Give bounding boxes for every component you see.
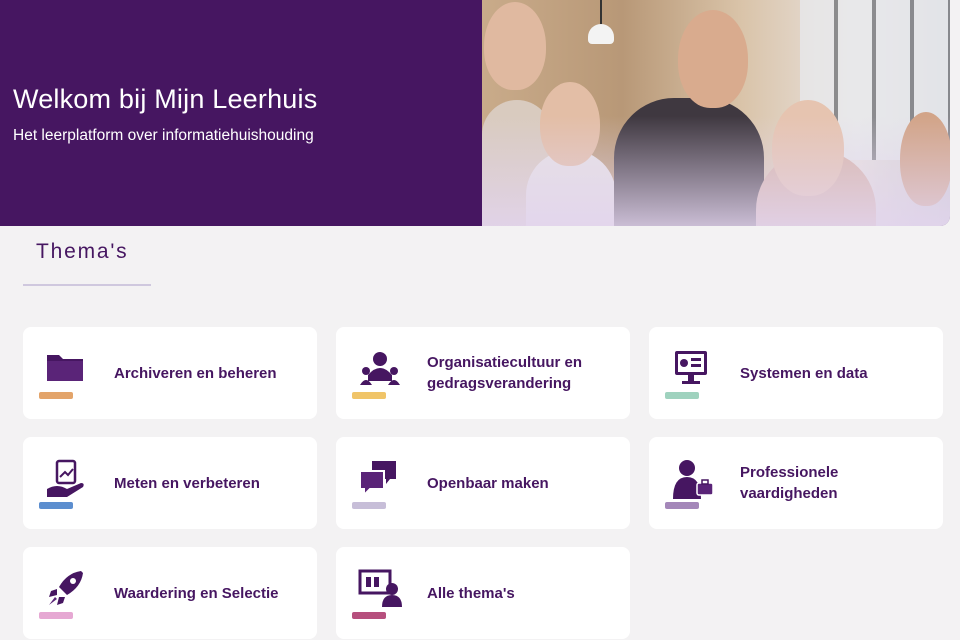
professional-briefcase-icon — [665, 457, 717, 509]
chat-bubbles-icon — [352, 457, 404, 509]
theme-card-label: Professionele vaardigheden — [740, 464, 839, 502]
group-people-icon — [352, 347, 404, 399]
theme-card-professionele[interactable]: Professionele vaardigheden — [649, 437, 943, 529]
photo-person-face — [678, 10, 748, 108]
hero-title: Welkom bij Mijn Leerhuis — [13, 84, 318, 114]
theme-card-label: Organisatiecultuur en gedragsverandering — [427, 354, 583, 392]
theme-card-meten[interactable]: Meten en verbeteren — [23, 437, 317, 529]
theme-card-label: Waardering en Selectie — [114, 584, 279, 602]
hero-photo — [482, 0, 950, 226]
section-title: Thema's — [36, 240, 129, 263]
presentation-person-icon — [352, 567, 404, 619]
theme-card-label: Systemen en data — [740, 364, 868, 382]
theme-accent-bar — [352, 392, 386, 399]
theme-accent-bar — [39, 612, 73, 619]
theme-card-organisatiecultuur[interactable]: Organisatiecultuur en gedragsverandering — [336, 327, 630, 419]
photo-lamp-cord — [600, 0, 602, 26]
theme-accent-bar — [39, 502, 73, 509]
theme-accent-bar — [39, 392, 73, 399]
theme-card-alle-themas[interactable]: Alle thema's — [336, 547, 630, 639]
hero-text: Welkom bij Mijn Leerhuis Het leerplatfor… — [13, 84, 317, 145]
theme-card-openbaar[interactable]: Openbaar maken — [336, 437, 630, 529]
theme-accent-bar — [665, 502, 699, 509]
theme-card-archiveren[interactable]: Archiveren en beheren — [23, 327, 317, 419]
monitor-dashboard-icon — [665, 347, 717, 399]
photo-person-face — [484, 2, 546, 90]
theme-accent-bar — [352, 612, 386, 619]
theme-accent-bar — [665, 392, 699, 399]
rocket-icon — [39, 567, 91, 619]
theme-card-label: Alle thema's — [427, 584, 515, 602]
hand-report-icon — [39, 457, 91, 509]
theme-card-label: Openbaar maken — [427, 474, 549, 492]
theme-card-systemen[interactable]: Systemen en data — [649, 327, 943, 419]
theme-accent-bar — [352, 502, 386, 509]
section-title-underline — [23, 284, 151, 286]
theme-card-label: Meten en verbeteren — [114, 474, 260, 492]
hero-subtitle: Het leerplatform over informatiehuishoud… — [13, 127, 314, 144]
theme-card-label: Archiveren en beheren — [114, 364, 277, 382]
hero-banner: Welkom bij Mijn Leerhuis Het leerplatfor… — [0, 0, 950, 226]
photo-lamp — [588, 24, 614, 44]
photo-fade — [482, 116, 950, 226]
folder-icon — [39, 347, 91, 399]
theme-card-waardering[interactable]: Waardering en Selectie — [23, 547, 317, 639]
